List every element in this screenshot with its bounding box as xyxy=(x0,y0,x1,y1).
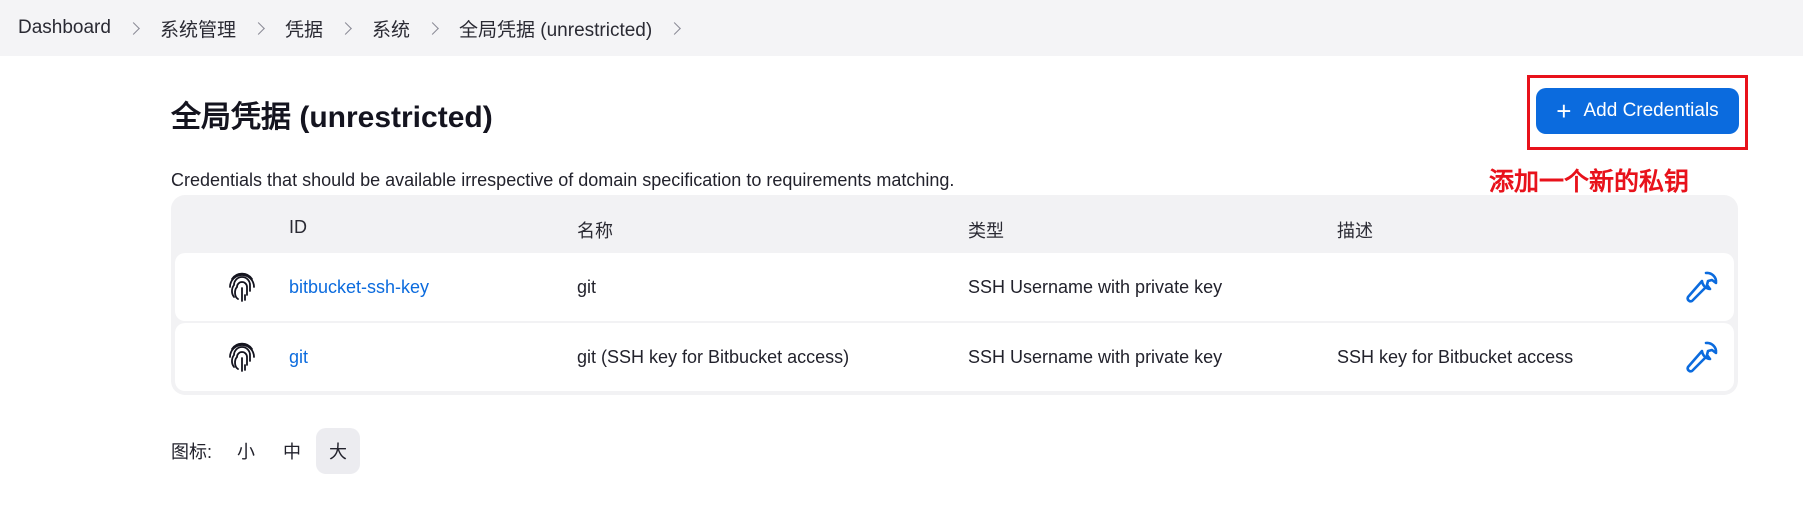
credential-id-link[interactable]: git xyxy=(289,347,308,368)
fingerprint-icon xyxy=(229,342,255,372)
column-header-type[interactable]: 类型 xyxy=(968,217,1004,243)
breadcrumb: Dashboard 系统管理 凭据 系统 全局凭据 (unrestricted) xyxy=(0,0,1803,56)
column-header-id[interactable]: ID xyxy=(289,217,307,238)
breadcrumb-credentials[interactable]: 凭据 xyxy=(285,15,323,42)
breadcrumb-system[interactable]: 系统 xyxy=(372,15,410,42)
icon-size-selector: 图标: 小 中 大 xyxy=(171,428,361,474)
column-header-description[interactable]: 描述 xyxy=(1337,217,1373,243)
breadcrumb-global-credentials[interactable]: 全局凭据 (unrestricted) xyxy=(459,15,652,42)
icon-size-medium[interactable]: 中 xyxy=(270,428,314,474)
fingerprint-icon xyxy=(229,272,255,302)
table-row: git git (SSH key for Bitbucket access) S… xyxy=(175,323,1734,391)
credentials-table: ID 名称 类型 描述 bitbucket-ssh-key git SSH Us… xyxy=(171,195,1738,395)
credential-type: SSH Username with private key xyxy=(968,277,1223,297)
breadcrumb-system-management[interactable]: 系统管理 xyxy=(160,15,236,42)
page-description: Credentials that should be available irr… xyxy=(171,170,955,190)
table-header: ID 名称 类型 描述 xyxy=(175,199,1734,253)
icon-size-small[interactable]: 小 xyxy=(224,428,268,474)
credential-name: git (SSH key for Bitbucket access) xyxy=(577,347,850,367)
icon-size-large[interactable]: 大 xyxy=(316,428,361,474)
chevron-right-icon[interactable] xyxy=(668,21,682,35)
chevron-right-icon xyxy=(127,21,140,35)
chevron-right-icon xyxy=(339,21,352,35)
column-header-name[interactable]: 名称 xyxy=(577,217,613,243)
chevron-right-icon xyxy=(426,21,439,35)
icon-size-label: 图标: xyxy=(171,442,213,462)
credential-id-link[interactable]: bitbucket-ssh-key xyxy=(289,277,429,298)
annotation-text: 添加一个新的私钥 xyxy=(1489,168,1690,196)
wrench-icon[interactable] xyxy=(1682,267,1722,307)
breadcrumb-dashboard[interactable]: Dashboard xyxy=(18,17,111,39)
credential-description: SSH key for Bitbucket access xyxy=(1337,347,1574,367)
chevron-right-icon xyxy=(252,21,265,35)
credential-type: SSH Username with private key xyxy=(968,347,1223,367)
annotation-highlight-box xyxy=(1527,75,1748,150)
page-title: 全局凭据 (unrestricted) xyxy=(171,101,493,134)
table-row: bitbucket-ssh-key git SSH Username with … xyxy=(175,253,1734,321)
wrench-icon[interactable] xyxy=(1682,337,1722,377)
credential-name: git xyxy=(577,277,597,297)
